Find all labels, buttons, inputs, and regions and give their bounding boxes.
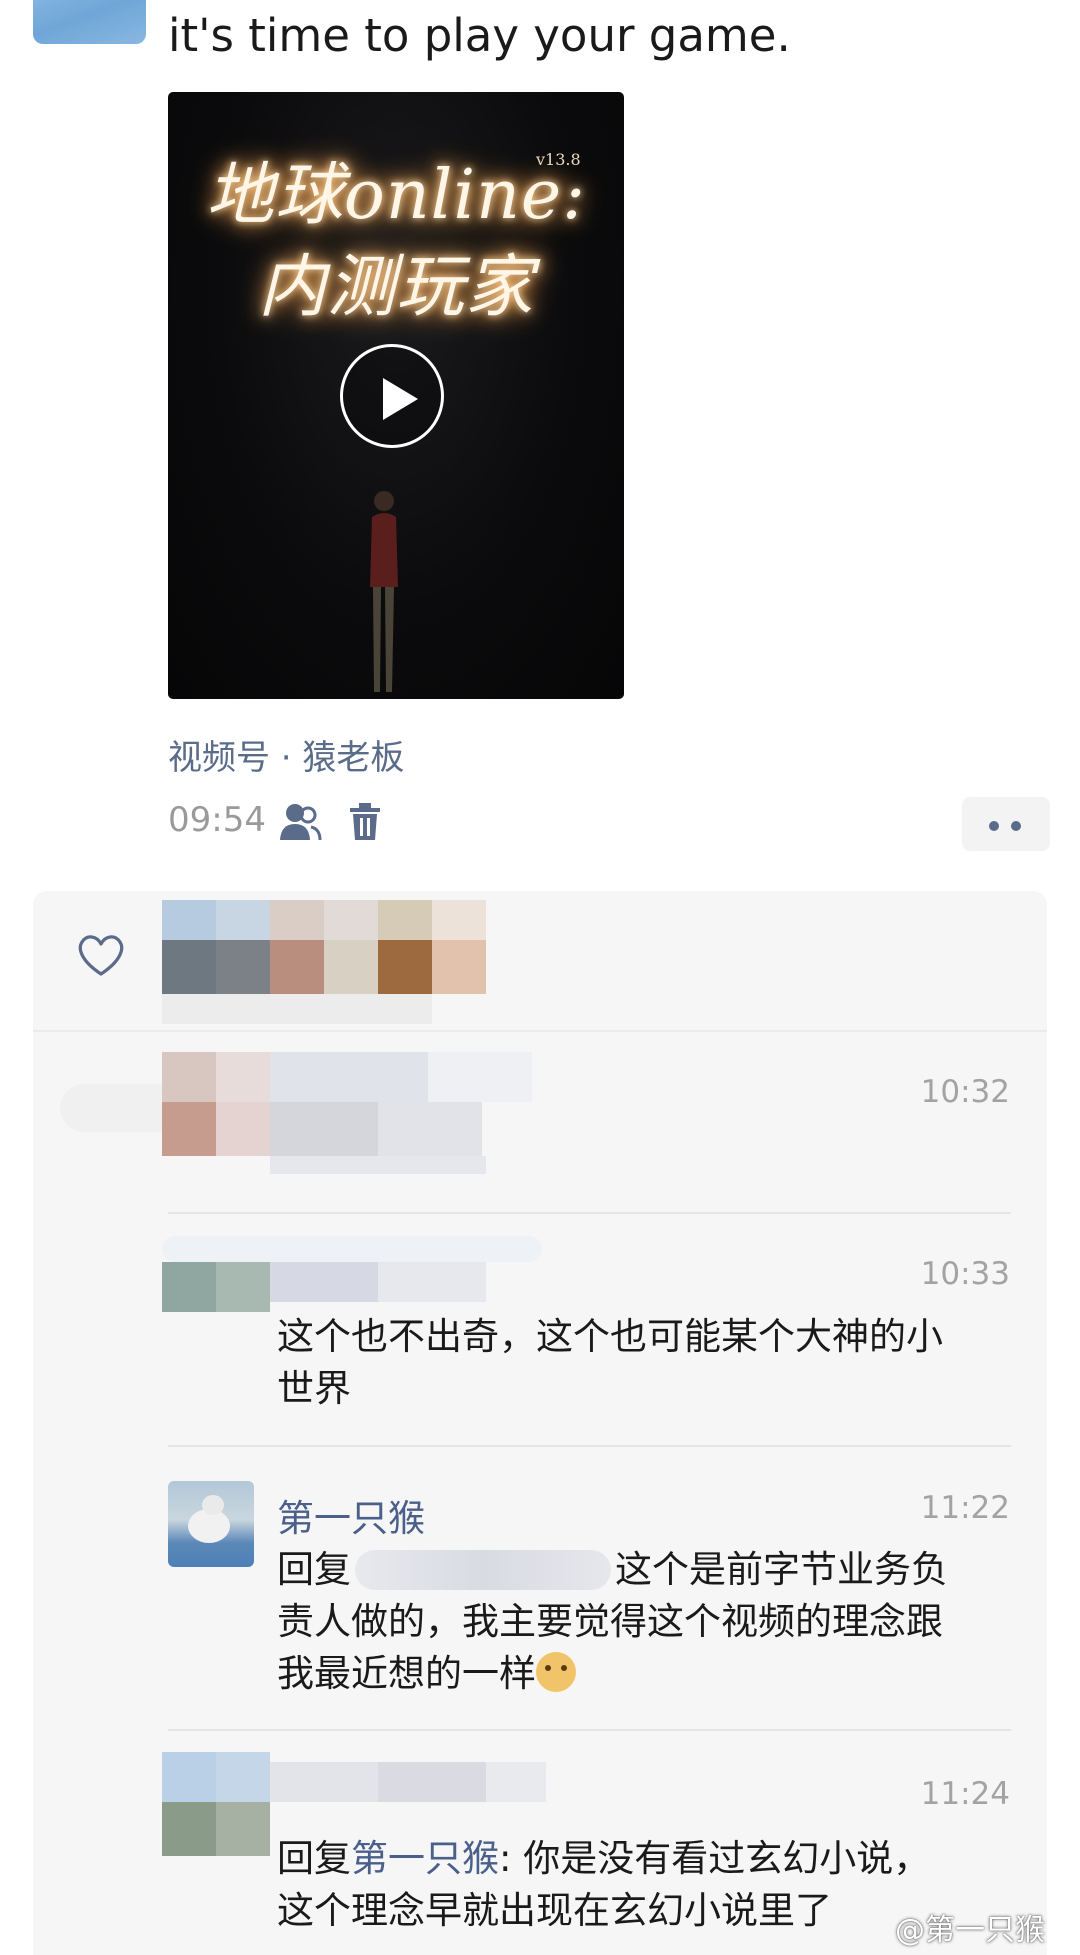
play-icon[interactable] — [340, 344, 444, 448]
comment-3-line1: 回复 这个是前字节业务负 — [277, 1544, 1017, 1596]
heart-icon[interactable] — [76, 932, 126, 978]
comment-4-time: 11:24 — [920, 1776, 1010, 1812]
like-avatars[interactable] — [162, 900, 486, 1028]
comment-3-line2: 责人做的，我主要觉得这个视频的理念跟 — [277, 1600, 943, 1643]
blurred-reply-target[interactable] — [355, 1550, 611, 1590]
comment-3-time: 11:22 — [920, 1490, 1010, 1526]
comment-1-time: 10:32 — [920, 1074, 1010, 1110]
comment-4-line1-text: : 你是没有看过玄幻小说， — [499, 1837, 931, 1880]
people-icon[interactable] — [278, 800, 322, 844]
commenter-name[interactable]: 第一只猴 — [277, 1488, 425, 1542]
comment-3-line3: 我最近想的一样 — [277, 1648, 1017, 1700]
commenter-avatar[interactable] — [168, 1481, 254, 1567]
video-card[interactable]: 地球online: 内测玩家 v13.8 — [168, 92, 624, 699]
person-figure — [370, 491, 398, 692]
post-author-avatar[interactable] — [33, 0, 146, 44]
reply-prefix: 回复 — [277, 1548, 351, 1591]
trash-icon[interactable] — [348, 802, 382, 842]
comment-4-line1: 回复第一只猴: 你是没有看过玄幻小说， — [277, 1833, 1037, 1885]
comment-3-text: 回复 这个是前字节业务负 责人做的，我主要觉得这个视频的理念跟 我最近想的一样 — [277, 1544, 1017, 1700]
watermark: @第一只猴 — [895, 1913, 1045, 1948]
post-time: 09:54 — [168, 800, 266, 840]
comment-divider — [168, 1729, 1011, 1731]
video-title-line2: 内测玩家 — [257, 248, 534, 327]
comment-2-text: 这个也不出奇，这个也可能某个大神的小 世界 — [277, 1311, 1017, 1415]
comment-3-line1-text: 这个是前字节业务负 — [615, 1548, 948, 1591]
more-icon[interactable] — [962, 797, 1050, 851]
comment-divider — [168, 1212, 1011, 1214]
comment-divider — [168, 1445, 1011, 1447]
comment-1-blurred[interactable] — [50, 1048, 610, 1178]
doge-emoji-icon — [536, 1652, 576, 1692]
likes-divider — [33, 1030, 1047, 1032]
video-version: v13.8 — [536, 150, 581, 169]
comment-2-line2: 世界 — [277, 1367, 351, 1410]
comment-2-time: 10:33 — [920, 1256, 1010, 1292]
video-source-link[interactable]: 视频号 · 猿老板 — [168, 730, 404, 779]
comment-2-line1: 这个也不出奇，这个也可能某个大神的小 — [277, 1315, 943, 1358]
reply-target-link[interactable]: 第一只猴 — [351, 1837, 499, 1880]
video-title: 地球online: 内测玩家 — [168, 150, 624, 334]
post-text: it's time to play your game. — [168, 9, 791, 62]
reply-prefix: 回复 — [277, 1837, 351, 1880]
